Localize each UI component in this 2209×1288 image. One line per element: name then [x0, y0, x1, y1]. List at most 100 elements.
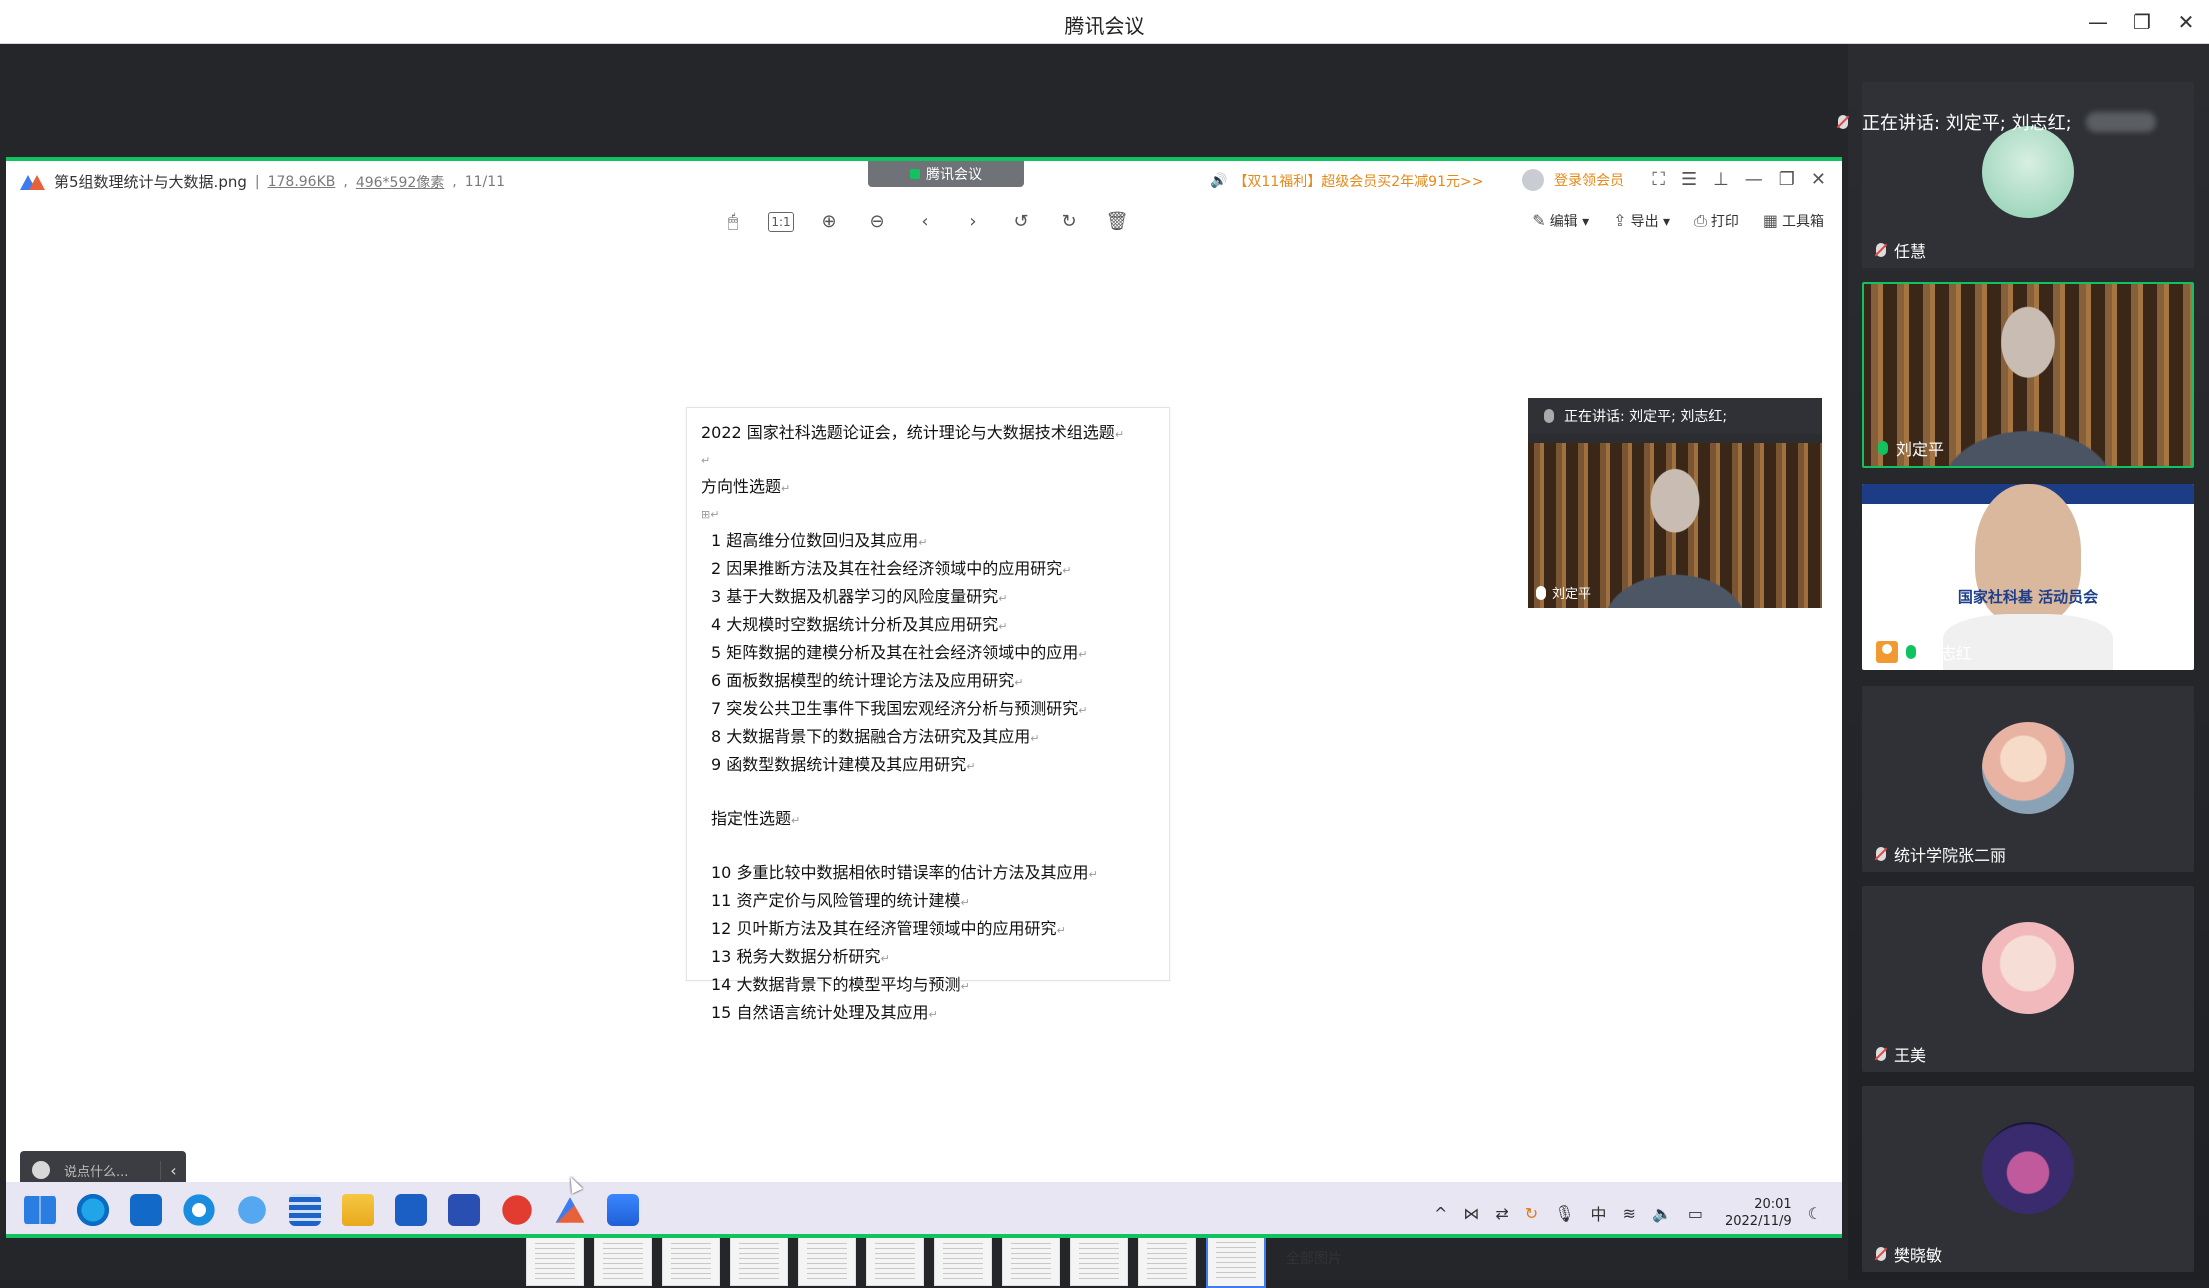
meeting-badge-label: 腾讯会议: [926, 167, 982, 183]
previous-icon[interactable]: ‹: [912, 209, 938, 235]
page-index: 11/11: [464, 173, 506, 190]
participant-tile[interactable]: 王美: [1862, 886, 2194, 1072]
save-disk-icon[interactable]: [395, 1194, 427, 1226]
mic-icon: [1544, 409, 1554, 423]
fullscreen-icon[interactable]: ⛶: [1652, 169, 1665, 190]
participant-tile-active[interactable]: 刘定平: [1862, 282, 2194, 468]
clock-date: 2022/11/9: [1724, 1214, 1792, 1229]
tray-ime-icon[interactable]: 中: [1591, 1201, 1607, 1225]
thumbnail[interactable]: [730, 1230, 788, 1286]
wps-icon[interactable]: [501, 1194, 533, 1226]
mic-muted-icon: [1876, 243, 1886, 257]
thumbnail[interactable]: [798, 1230, 856, 1286]
battery-icon[interactable]: ▭: [1688, 1204, 1703, 1223]
doc-item: 14 大数据背景下的模型平均与预测↵: [711, 975, 970, 994]
tray-expand-icon[interactable]: ^: [1434, 1204, 1447, 1223]
all-pictures-link[interactable]: 全部图片: [1286, 1248, 1342, 1268]
image-viewer-window: 第5组数理统计与大数据.png | 178.96KB , 496*592像素 ,…: [6, 157, 1842, 1288]
doc-item: 10 多重比较中数据相依时错误率的估计方法及其应用↵: [711, 863, 1098, 882]
close-button[interactable]: ✕: [2172, 8, 2200, 36]
participant-name: 刘定平: [1878, 436, 1944, 460]
pin-icon[interactable]: ⊥: [1713, 169, 1729, 190]
folder-icon[interactable]: [342, 1194, 374, 1226]
globe-icon[interactable]: [236, 1194, 268, 1226]
share-indicator-icon: [910, 169, 920, 179]
print-button[interactable]: ⎙ 打印: [1694, 211, 1739, 231]
wifi-icon[interactable]: ≋: [1623, 1204, 1636, 1223]
toolbox-button[interactable]: ▦ 工具箱: [1763, 211, 1824, 231]
promo-link[interactable]: 🔊 【双11福利】超级会员买2年减91元>>: [1210, 171, 1483, 191]
collapse-chat-icon[interactable]: ‹: [160, 1160, 186, 1180]
tray-sync-icon[interactable]: ↻: [1525, 1204, 1538, 1223]
volume-icon[interactable]: 🔈: [1652, 1204, 1672, 1223]
next-icon[interactable]: ›: [960, 209, 986, 235]
viewer-logo-icon: [20, 173, 46, 191]
viewer-minimize-icon[interactable]: —: [1745, 169, 1763, 190]
taskbar-clock[interactable]: 20:01 2022/11/9: [1725, 1196, 1792, 1230]
print-icon: ⎙: [1694, 211, 1707, 230]
doc-item: 4 大规模时空数据统计分析及其应用研究↵: [711, 615, 1008, 634]
participant-tile[interactable]: 樊晓敏: [1862, 1086, 2194, 1272]
browser-icon[interactable]: [183, 1194, 215, 1226]
viewer-right-tools: ✎ 编辑 ▾ ⇪ 导出 ▾ ⎙ 打印 ▦ 工具箱: [1532, 211, 1824, 231]
thumbnail[interactable]: [934, 1230, 992, 1286]
mic-icon: [1536, 585, 1546, 600]
rotate-left-icon[interactable]: ↺: [1008, 209, 1034, 235]
shared-screen-area: 第5组数理统计与大数据.png | 178.96KB , 496*592像素 ,…: [0, 44, 1848, 1288]
thumbnail[interactable]: [1138, 1230, 1196, 1286]
viewer-header: 第5组数理统计与大数据.png | 178.96KB , 496*592像素 ,…: [6, 161, 1842, 201]
taskbar-apps: [24, 1194, 639, 1226]
section-heading-directional: 方向性选题↵: [701, 477, 791, 496]
restore-button[interactable]: ❐: [2128, 8, 2156, 36]
mouse-mode-icon[interactable]: 🖱: [720, 209, 746, 235]
participant-tile[interactable]: 国家社科基 活动员会 刘志红: [1862, 484, 2194, 670]
doc-item: 2 因果推断方法及其在社会经济领域中的应用研究↵: [711, 559, 1072, 578]
thumbnail[interactable]: [594, 1230, 652, 1286]
thumbnail[interactable]: [1002, 1230, 1060, 1286]
minimize-button[interactable]: —: [2084, 8, 2112, 36]
menu-icon[interactable]: ☰: [1681, 169, 1697, 190]
participant-tile[interactable]: 统计学院张二丽: [1862, 686, 2194, 872]
thumbnail[interactable]: [866, 1230, 924, 1286]
edit-button[interactable]: ✎ 编辑 ▾: [1532, 211, 1589, 231]
login-member-link[interactable]: 登录领会员: [1522, 169, 1624, 191]
save-disk-icon-2[interactable]: [448, 1194, 480, 1226]
store-icon[interactable]: [130, 1194, 162, 1226]
zoom-out-icon[interactable]: ⊖: [864, 209, 890, 235]
zoom-in-icon[interactable]: ⊕: [816, 209, 842, 235]
floating-video-window[interactable]: 正在讲话: 刘定平; 刘志红; 刘定平: [1528, 398, 1822, 608]
doc-item: 12 贝叶斯方法及其在经济管理领域中的应用研究↵: [711, 919, 1066, 938]
film-icon[interactable]: [289, 1194, 321, 1226]
start-icon[interactable]: [24, 1194, 56, 1226]
edit-icon: ✎: [1532, 211, 1546, 230]
tray-switch-icon[interactable]: ⇄: [1495, 1204, 1508, 1223]
tray-mic-icon[interactable]: 🎙: [1554, 1204, 1574, 1223]
tray-app-icon[interactable]: ⋈: [1463, 1204, 1479, 1223]
thumbnail[interactable]: [662, 1230, 720, 1286]
delete-icon[interactable]: 🗑: [1104, 209, 1130, 235]
thumbnail[interactable]: [1070, 1230, 1128, 1286]
thumbnail[interactable]: [526, 1230, 584, 1286]
notification-icon[interactable]: ☾: [1808, 1204, 1822, 1223]
doc-item: 13 税务大数据分析研究↵: [711, 947, 890, 966]
doc-item: 7 突发公共卫生事件下我国宏观经济分析与预测研究↵: [711, 699, 1088, 718]
host-icon: [1876, 641, 1898, 663]
viewer-close-icon[interactable]: ✕: [1811, 169, 1826, 190]
panel-speaking-indicator: 正在讲话: 刘定平; 刘志红;: [1826, 102, 2172, 142]
blurred-name: [2085, 112, 2156, 132]
viewer-app-icon[interactable]: [555, 1197, 585, 1223]
meeting-share-badge[interactable]: 腾讯会议: [868, 161, 1024, 187]
viewer-maximize-icon[interactable]: ❐: [1779, 169, 1795, 190]
actual-size-icon[interactable]: 1:1: [768, 212, 794, 232]
export-button[interactable]: ⇪ 导出 ▾: [1613, 211, 1670, 231]
tencent-meeting-icon[interactable]: [607, 1194, 639, 1226]
edge-icon[interactable]: [77, 1194, 109, 1226]
login-text: 登录领会员: [1554, 173, 1624, 189]
emoji-icon[interactable]: [32, 1161, 50, 1179]
file-size: 178.96KB: [267, 173, 336, 190]
app-titlebar: 腾讯会议 — ❐ ✕: [0, 0, 2209, 44]
participant-name: 统计学院张二丽: [1876, 842, 2006, 866]
mic-muted-icon: [1876, 1047, 1886, 1061]
rotate-right-icon[interactable]: ↻: [1056, 209, 1082, 235]
doc-item: 15 自然语言统计处理及其应用↵: [711, 1003, 938, 1022]
